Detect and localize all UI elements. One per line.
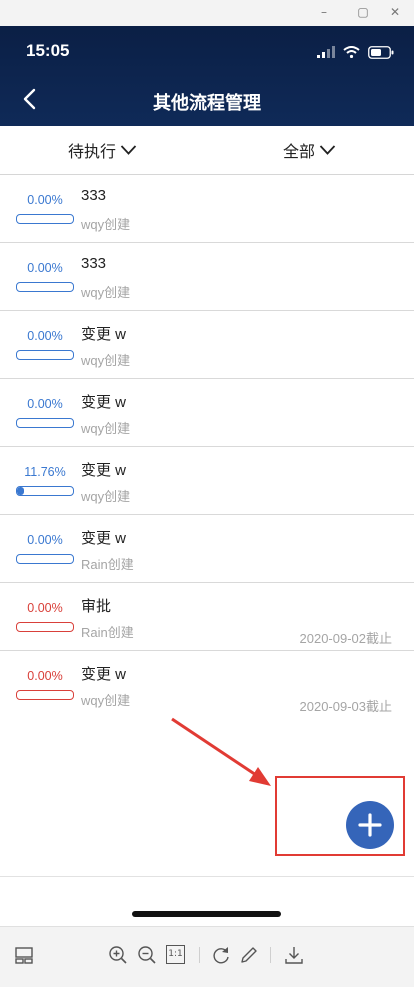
plus-icon xyxy=(358,813,382,837)
status-filter-label: 待执行 xyxy=(68,144,117,161)
process-due-date: 2020-09-02截止 xyxy=(299,631,393,646)
progress-bar xyxy=(16,214,74,224)
process-list-item[interactable]: 0.00% 审批 Rain创建 2020-09-02截止 xyxy=(0,583,414,651)
chevron-down-icon xyxy=(319,145,336,155)
process-list-item[interactable]: 0.00% 变更 w wqy创建 2020-09-03截止 xyxy=(0,651,414,719)
process-list-item[interactable]: 0.00% 333 wqy创建 xyxy=(0,243,414,311)
status-filter-dropdown[interactable]: 待执行 xyxy=(68,126,137,174)
chevron-down-icon xyxy=(120,145,137,155)
process-title: 审批 xyxy=(81,598,112,615)
wifi-icon xyxy=(343,46,360,58)
list-empty-area xyxy=(0,716,414,877)
process-creator: wqy创建 xyxy=(81,285,131,300)
viewer-toolbar: 1:1 xyxy=(0,926,414,987)
minimize-button[interactable]: – xyxy=(315,3,333,21)
process-creator: wqy创建 xyxy=(81,693,131,708)
process-title: 变更 w xyxy=(81,326,127,343)
process-title: 333 xyxy=(81,255,107,272)
process-list-item[interactable]: 0.00% 333 wqy创建 xyxy=(0,175,414,243)
progress-percent: 0.00% xyxy=(27,261,63,275)
toolbar-divider xyxy=(270,947,271,963)
progress-bar xyxy=(16,486,74,496)
process-list-item[interactable]: 11.76% 变更 w wqy创建 xyxy=(0,447,414,515)
rotate-icon[interactable] xyxy=(210,944,232,966)
progress-bar xyxy=(16,554,74,564)
navigation-bar: 15:05 其他流程管理 xyxy=(0,26,414,126)
progress-bar xyxy=(16,622,74,632)
progress-bar xyxy=(16,350,74,360)
battery-icon xyxy=(368,45,394,59)
progress-percent: 0.00% xyxy=(27,397,63,411)
window-title-bar: – ▢ ✕ xyxy=(0,0,414,26)
edit-icon[interactable] xyxy=(238,944,260,966)
progress-bar xyxy=(16,418,74,428)
add-process-button[interactable] xyxy=(346,801,394,849)
process-due-date: 2020-09-03截止 xyxy=(299,699,393,714)
process-title: 333 xyxy=(81,187,107,204)
process-creator: wqy创建 xyxy=(81,421,131,436)
process-creator: Rain创建 xyxy=(81,625,134,640)
process-list-item[interactable]: 0.00% 变更 w wqy创建 xyxy=(0,311,414,379)
process-title: 变更 w xyxy=(81,530,127,547)
process-creator: wqy创建 xyxy=(81,217,131,232)
status-icons xyxy=(317,44,394,60)
progress-bar xyxy=(16,690,74,700)
scope-filter-dropdown[interactable]: 全部 xyxy=(283,126,336,174)
close-window-button[interactable]: ✕ xyxy=(386,3,404,21)
home-indicator xyxy=(132,911,281,917)
progress-bar-fill xyxy=(17,487,24,495)
process-creator: wqy创建 xyxy=(81,353,131,368)
progress-percent: 0.00% xyxy=(27,193,63,207)
progress-percent: 0.00% xyxy=(27,669,63,683)
page-title: 其他流程管理 xyxy=(153,93,261,113)
filter-bar: 待执行 全部 xyxy=(0,126,414,175)
process-list-item[interactable]: 0.00% 变更 w Rain创建 xyxy=(0,515,414,583)
progress-percent: 11.76% xyxy=(24,465,66,479)
progress-percent: 0.00% xyxy=(27,601,63,615)
progress-percent: 0.00% xyxy=(27,329,63,343)
download-icon[interactable] xyxy=(283,944,305,966)
progress-percent: 0.00% xyxy=(27,533,63,547)
restore-button[interactable]: ▢ xyxy=(354,3,372,21)
actual-size-button[interactable]: 1:1 xyxy=(166,945,185,964)
zoom-out-icon[interactable] xyxy=(136,944,158,966)
process-title: 变更 w xyxy=(81,462,127,479)
phone-screen: 15:05 其他流程管理 待执行 全部 0.00% 333 wqy创建 0.00… xyxy=(0,26,414,926)
process-title: 变更 w xyxy=(81,394,127,411)
progress-bar xyxy=(16,282,74,292)
scope-filter-label: 全部 xyxy=(283,144,316,161)
process-creator: Rain创建 xyxy=(81,557,134,572)
signal-icon xyxy=(317,46,335,58)
toolbar-divider xyxy=(199,947,200,963)
zoom-in-icon[interactable] xyxy=(107,944,129,966)
process-creator: wqy创建 xyxy=(81,489,131,504)
process-title: 变更 w xyxy=(81,666,127,683)
layout-icon[interactable] xyxy=(13,944,35,966)
process-list: 0.00% 333 wqy创建 0.00% 333 wqy创建 0.00% 变更 w wqy创建… xyxy=(0,175,414,719)
status-time: 15:05 xyxy=(26,41,70,60)
process-list-item[interactable]: 0.00% 变更 w wqy创建 xyxy=(0,379,414,447)
